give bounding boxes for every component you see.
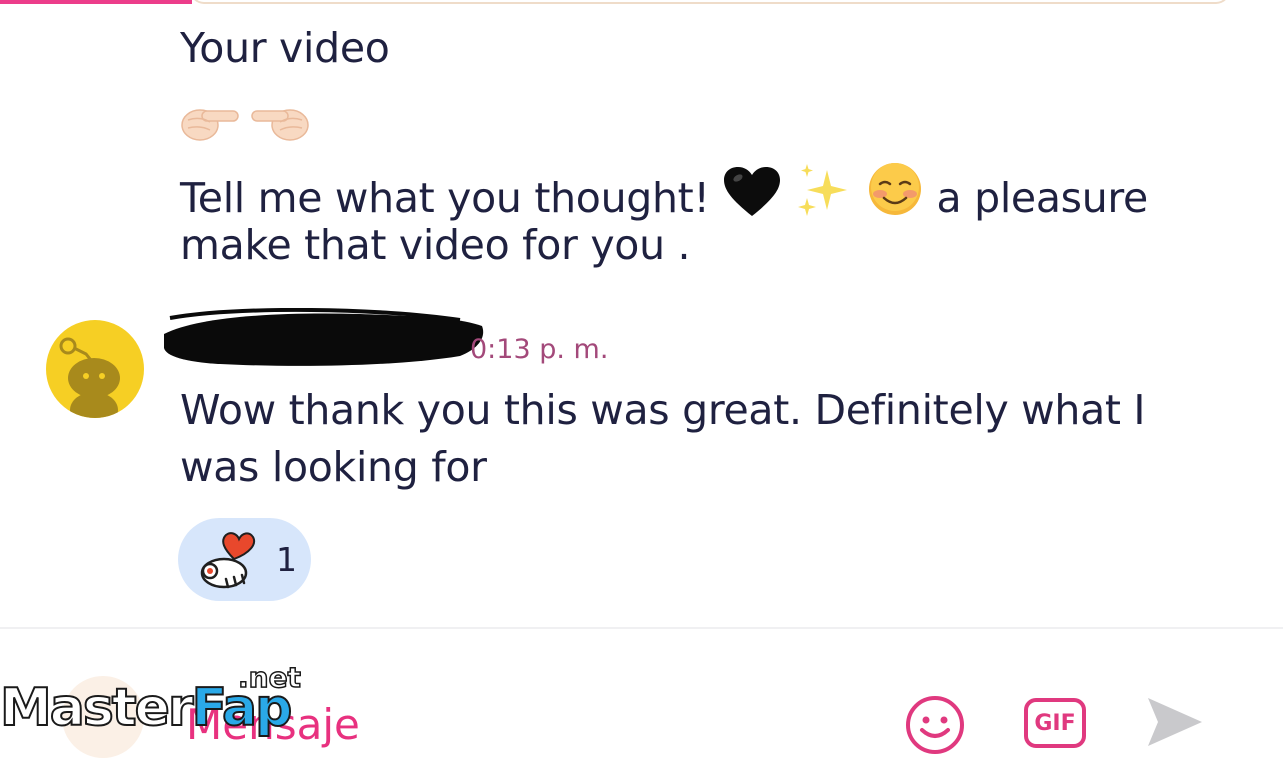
composer-divider bbox=[0, 627, 1283, 629]
sparkles-emoji-icon bbox=[798, 164, 848, 216]
message-line-2: make that video for you . bbox=[180, 221, 691, 269]
snoo-avatar-icon bbox=[59, 337, 120, 418]
reply-line-1: Wow thank you this was great. Definitely… bbox=[180, 386, 1146, 434]
reaction-pill[interactable]: 1 bbox=[178, 518, 311, 601]
pointing-right-emoji-icon bbox=[181, 109, 239, 141]
previous-message-card-edge bbox=[190, 0, 1230, 4]
message-line-1-suffix: a pleasure bbox=[936, 174, 1149, 222]
watermark-master: Master bbox=[0, 677, 195, 739]
black-heart-emoji-icon bbox=[724, 167, 781, 216]
message-line-1-text: Tell me what you thought! bbox=[180, 174, 710, 222]
avatar[interactable] bbox=[46, 320, 144, 418]
snoo-heart-reaction-icon bbox=[200, 531, 255, 588]
pointing-emoji-group bbox=[180, 98, 310, 144]
emoji-picker-icon[interactable] bbox=[904, 694, 966, 756]
message-title: Your video bbox=[180, 24, 390, 72]
pointing-left-emoji-icon bbox=[251, 109, 309, 141]
watermark-net: .net bbox=[237, 661, 301, 695]
watermark-logo: MasterFap .net bbox=[0, 661, 310, 744]
top-accent-bar bbox=[0, 0, 192, 4]
smiling-blush-emoji-icon bbox=[868, 163, 921, 215]
send-icon[interactable] bbox=[1144, 694, 1206, 750]
gif-button[interactable]: GIF bbox=[1024, 698, 1086, 748]
redacted-username bbox=[164, 308, 484, 366]
message-timestamp: 0:13 p. m. bbox=[470, 334, 609, 365]
reply-line-2: was looking for bbox=[180, 443, 487, 491]
reaction-count: 1 bbox=[276, 540, 297, 579]
